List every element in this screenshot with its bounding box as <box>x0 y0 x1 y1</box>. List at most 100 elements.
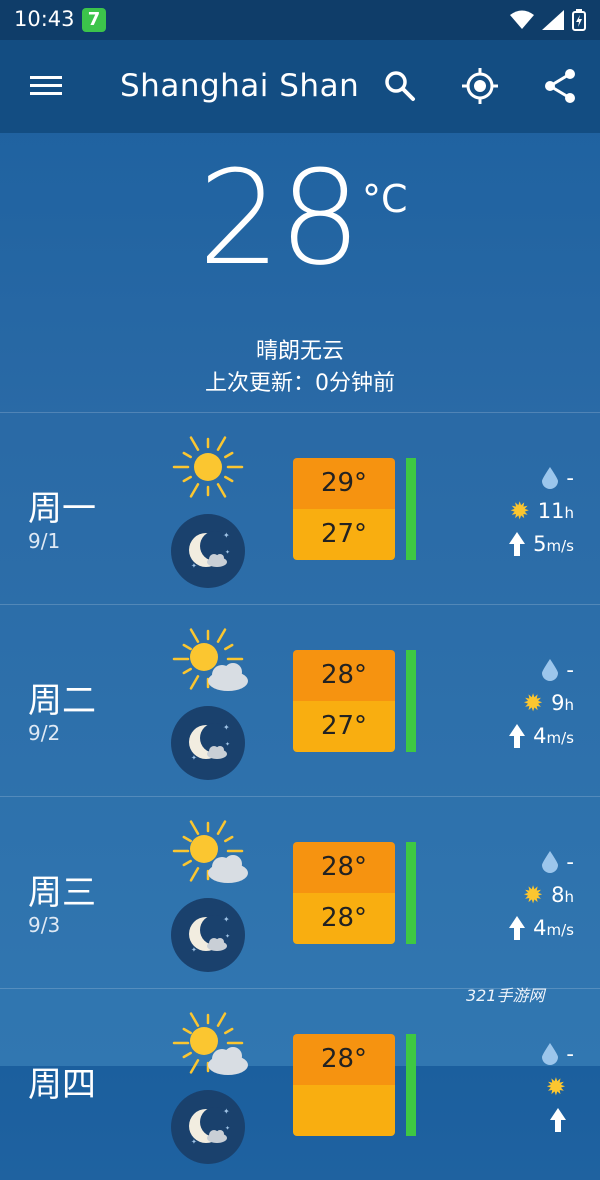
day-name: 周二 <box>28 681 96 721</box>
sunshine-hours: 9 <box>551 690 565 715</box>
raindrop-icon <box>542 658 559 681</box>
temperature-range: 28° 27° <box>293 650 395 752</box>
wind-speed: 5 <box>533 531 547 556</box>
svg-text:✦: ✦ <box>223 1107 230 1116</box>
precipitation-value: - <box>566 465 574 490</box>
day-date: 9/1 <box>28 529 61 553</box>
day-date: 9/3 <box>28 913 61 937</box>
sun-icon <box>172 436 244 498</box>
svg-text:✦: ✦ <box>223 531 230 540</box>
status-time: 10:43 <box>14 7 75 31</box>
raindrop-icon <box>542 850 559 873</box>
day-stats: - ✹ <box>464 1037 574 1136</box>
precipitation-stat: - <box>464 845 574 878</box>
wind-stat <box>464 1103 574 1136</box>
sun-small-icon: ✹ <box>545 1072 566 1101</box>
temperature-range: 29° 27° <box>293 458 395 560</box>
svg-text:✦: ✦ <box>225 741 230 748</box>
night-moon-cloud-icon: ✦ ✦ ✦ <box>171 514 245 588</box>
forecast-day-row[interactable]: 周四 ✦ ✦ ✦ 28° - ✹ <box>0 988 600 1180</box>
precipitation-stat: - <box>464 653 574 686</box>
svg-text:✦: ✦ <box>191 946 197 954</box>
wind-arrow-icon <box>509 915 526 940</box>
day-name: 周一 <box>28 489 96 529</box>
my-location-icon[interactable] <box>460 66 500 106</box>
sunshine-hours: 11 <box>537 498 565 523</box>
high-temperature: 28° <box>293 1034 395 1085</box>
svg-text:✦: ✦ <box>223 915 230 924</box>
app-notification-badge: 7 <box>82 8 106 32</box>
wifi-icon <box>510 10 534 29</box>
sunshine-stat: ✹ 9h <box>464 686 574 719</box>
night-moon-cloud-icon: ✦ ✦ ✦ <box>171 1090 245 1164</box>
high-temperature: 28° <box>293 842 395 893</box>
search-icon[interactable] <box>382 68 418 104</box>
high-temperature: 29° <box>293 458 395 509</box>
indicator-bar <box>406 650 416 752</box>
sunshine-stat: ✹ 11h <box>464 494 574 527</box>
day-name: 周三 <box>28 873 96 913</box>
current-temperature: 28 <box>198 142 361 294</box>
night-moon-cloud-icon: ✦ ✦ ✦ <box>171 706 245 780</box>
city-title[interactable]: Shanghai Shan <box>120 68 359 104</box>
battery-icon <box>572 9 586 31</box>
wind-stat: 5m/s <box>464 527 574 560</box>
svg-text:✦: ✦ <box>225 1125 230 1132</box>
precipitation-value: - <box>566 849 574 874</box>
partly-cloudy-icon <box>172 820 248 883</box>
svg-text:✦: ✦ <box>225 549 230 556</box>
status-bar: 10:43 7 <box>0 0 600 40</box>
wind-arrow-icon <box>509 723 526 748</box>
precipitation-stat: - <box>464 461 574 494</box>
menu-icon[interactable] <box>28 70 64 100</box>
indicator-bar <box>406 458 416 560</box>
high-temperature: 28° <box>293 650 395 701</box>
raindrop-icon <box>542 1042 559 1065</box>
signal-icon <box>542 10 564 30</box>
sunshine-unit: h <box>564 695 574 714</box>
day-stats: - ✹ 11h 5m/s <box>464 461 574 560</box>
current-weather: 28 °C 晴朗无云 上次更新：0分钟前 <box>0 133 600 411</box>
wind-speed: 4 <box>533 915 547 940</box>
sunshine-unit: h <box>564 887 574 906</box>
svg-text:✦: ✦ <box>225 933 230 940</box>
svg-text:✦: ✦ <box>191 1138 197 1146</box>
wind-unit: m/s <box>546 728 574 747</box>
last-updated: 上次更新：0分钟前 <box>205 371 395 396</box>
wind-stat: 4m/s <box>464 719 574 752</box>
sunshine-unit: h <box>564 503 574 522</box>
wind-unit: m/s <box>546 920 574 939</box>
share-icon[interactable] <box>542 68 578 104</box>
forecast-day-row[interactable]: 周一 9/1 ✦ ✦ ✦ 29° 27° - ✹ 11h 5m/s <box>0 412 600 604</box>
day-stats: - ✹ 8h 4m/s <box>464 845 574 944</box>
precipitation-value: - <box>566 1041 574 1066</box>
precipitation-stat: - <box>464 1037 574 1070</box>
temperature-range: 28° <box>293 1034 395 1136</box>
low-temperature: 27° <box>293 509 395 560</box>
night-moon-cloud-icon: ✦ ✦ ✦ <box>171 898 245 972</box>
sun-small-icon: ✹ <box>523 880 544 909</box>
low-temperature: 27° <box>293 701 395 752</box>
day-name: 周四 <box>28 1065 96 1105</box>
forecast-day-row[interactable]: 周三 9/3 ✦ ✦ ✦ 28° 28° - ✹ 8h 4m/s <box>0 796 600 988</box>
weather-condition: 晴朗无云 <box>255 339 344 364</box>
wind-arrow-icon <box>509 531 526 556</box>
low-temperature: 28° <box>293 893 395 944</box>
partly-cloudy-icon <box>172 1012 248 1075</box>
sun-small-icon: ✹ <box>509 496 530 525</box>
sunshine-stat: ✹ <box>464 1070 574 1103</box>
temperature-unit: °C <box>362 177 408 221</box>
status-icons <box>510 8 586 32</box>
svg-text:✦: ✦ <box>223 723 230 732</box>
precipitation-value: - <box>566 657 574 682</box>
forecast-day-row[interactable]: 周二 9/2 ✦ ✦ ✦ 28° 27° - ✹ 9h 4m/s <box>0 604 600 796</box>
svg-text:✦: ✦ <box>191 754 197 762</box>
indicator-bar <box>406 842 416 944</box>
sunshine-stat: ✹ 8h <box>464 878 574 911</box>
sunshine-hours: 8 <box>551 882 565 907</box>
low-temperature <box>293 1085 395 1136</box>
app-bar: Shanghai Shan <box>0 40 600 133</box>
day-stats: - ✹ 9h 4m/s <box>464 653 574 752</box>
raindrop-icon <box>542 466 559 489</box>
watermark: 321手游网 <box>466 986 545 1005</box>
